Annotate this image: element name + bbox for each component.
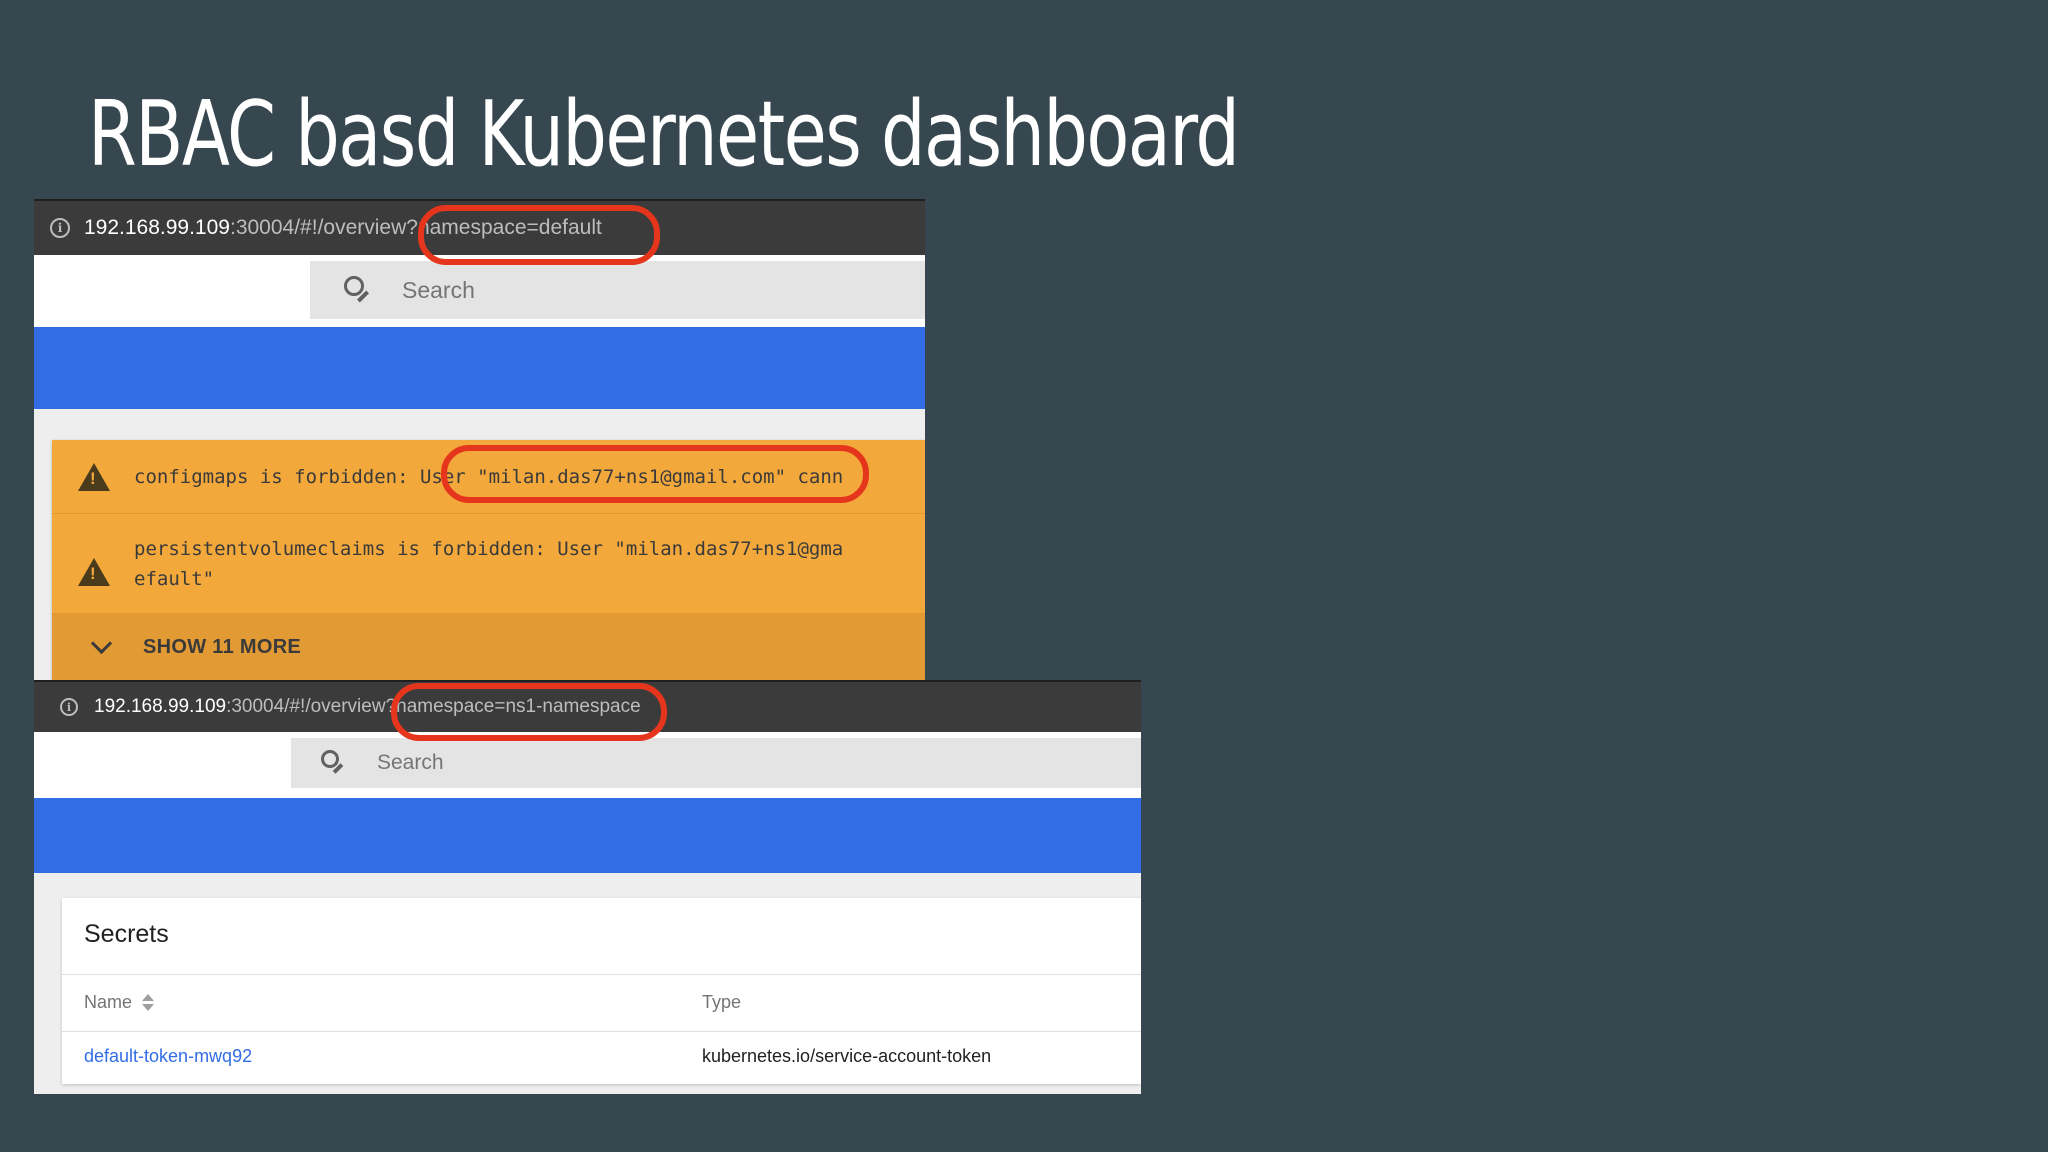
header-bar [34, 798, 1141, 873]
column-header-name[interactable]: Name [84, 992, 155, 1013]
top-toolbar: Search [34, 255, 925, 327]
url-query: namespace=ns1-namespace [396, 696, 641, 717]
info-icon[interactable]: i [50, 218, 70, 238]
url-path: :30004/#!/overview? [226, 696, 397, 717]
warning-item: configmaps is forbidden: User "milan.das… [52, 440, 925, 514]
warning-item: persistentvolumeclaims is forbidden: Use… [52, 514, 925, 614]
top-toolbar: Search [34, 732, 1141, 798]
info-icon[interactable]: i [60, 698, 78, 716]
secret-name-link[interactable]: default-token-mwq92 [84, 1046, 252, 1067]
dashboard-screenshot-ns1: i 192.168.99.109:30004/#!/overview? names… [34, 680, 1141, 1094]
secret-type: kubernetes.io/service-account-token [702, 1046, 992, 1066]
warning-text: persistentvolumeclaims is forbidden: Use… [134, 538, 844, 590]
column-header-type: Type [702, 992, 742, 1012]
table-header: Name Type [62, 974, 1141, 1032]
search-icon [344, 276, 372, 304]
dashboard-screenshot-default: i 192.168.99.109:30004/#!/overview? names… [34, 199, 925, 681]
search-input[interactable]: Search [310, 261, 925, 319]
show-more-button[interactable]: SHOW 11 MORE [52, 614, 925, 681]
show-more-label: SHOW 11 MORE [143, 636, 302, 658]
url-path: :30004/#!/overview? [229, 216, 418, 239]
search-input[interactable]: Search [291, 738, 1141, 788]
url-query: namespace=default [417, 216, 602, 239]
warning-text: configmaps is forbidden: User "milan.das… [134, 465, 844, 488]
header-bar [34, 327, 925, 409]
warning-icon [78, 558, 110, 586]
table-row: default-token-mwq92 kubernetes.io/servic… [62, 1030, 1141, 1084]
warning-icon [78, 462, 110, 491]
slide-title: RBAC basd Kubernetes dashboard [88, 82, 1240, 187]
search-icon [321, 750, 347, 776]
secrets-card: Secrets Name Type default-token-mwq92 ku… [62, 898, 1141, 1084]
warning-panel: configmaps is forbidden: User "milan.das… [52, 440, 925, 681]
address-bar[interactable]: i 192.168.99.109:30004/#!/overview? names… [34, 680, 1141, 732]
chevron-down-icon [90, 632, 113, 655]
url-host: 192.168.99.109 [84, 216, 230, 239]
address-bar[interactable]: i 192.168.99.109:30004/#!/overview? names… [34, 199, 925, 255]
column-label: Name [84, 992, 133, 1012]
search-placeholder: Search [402, 276, 475, 303]
sort-icon[interactable] [142, 993, 155, 1013]
url-host: 192.168.99.109 [94, 696, 227, 717]
card-title: Secrets [84, 920, 169, 948]
search-placeholder: Search [377, 751, 444, 774]
